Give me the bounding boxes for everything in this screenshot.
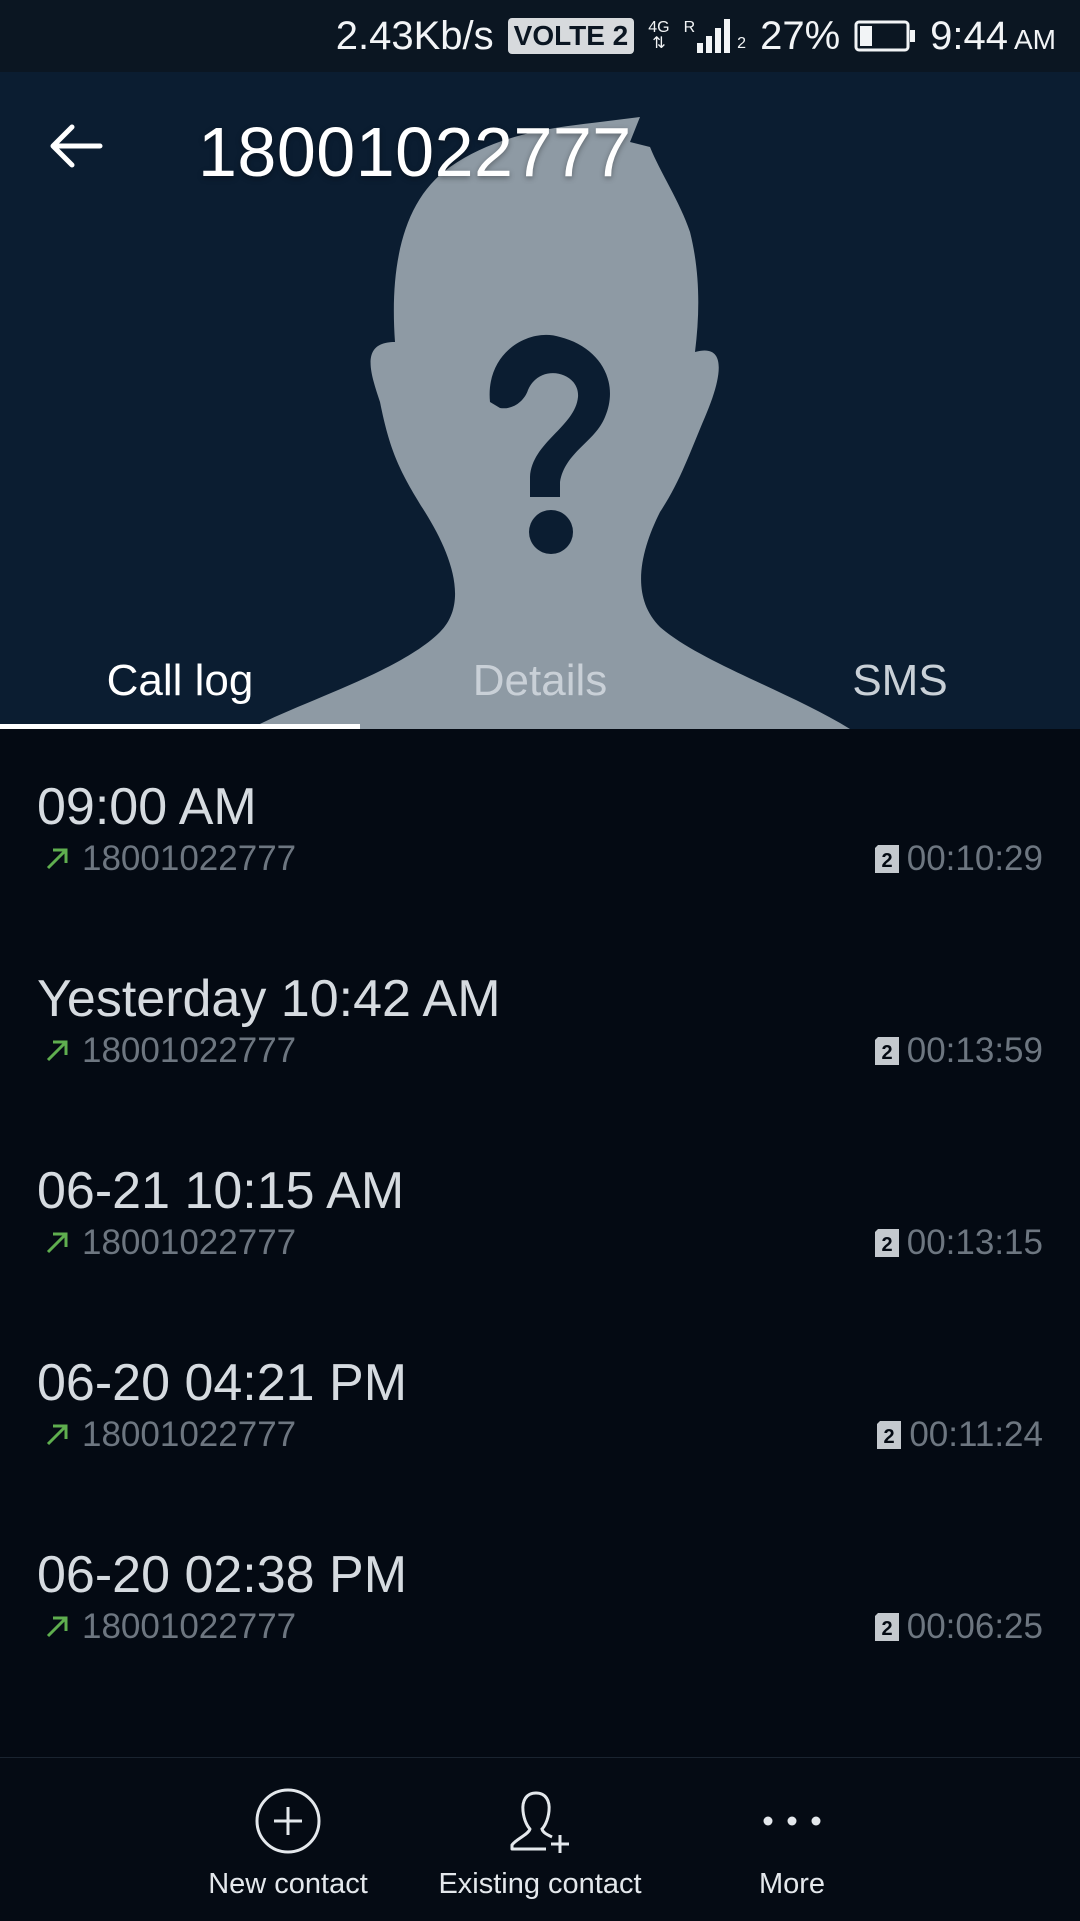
call-duration: 00:11:24 [909, 1415, 1043, 1454]
clock-time: 9:44 [930, 13, 1008, 58]
new-contact-label: New contact [208, 1868, 368, 1900]
call-duration-line: 2 00:06:25 [874, 1607, 1043, 1647]
signal-bars-icon [697, 19, 731, 53]
list-item[interactable]: 06-20 02:38 PM 18001022777 2 00:06:25 [0, 1497, 1080, 1689]
call-number: 18001022777 [82, 1415, 297, 1454]
bottom-action-bar: New contact Existing contact More [0, 1757, 1080, 1921]
outgoing-call-icon [46, 1424, 68, 1446]
new-contact-button[interactable]: New contact [188, 1758, 388, 1921]
sim2-icon-digit: 2 [881, 1618, 892, 1640]
clock-ampm: AM [1014, 23, 1056, 55]
call-number: 18001022777 [82, 1223, 297, 1262]
call-time: 09:00 AM [37, 778, 257, 836]
call-number: 18001022777 [82, 1607, 297, 1646]
sim2-icon-digit: 2 [881, 1234, 892, 1256]
call-time: 06-20 04:21 PM [37, 1354, 408, 1412]
call-number-line: 18001022777 [44, 1607, 296, 1647]
list-item[interactable]: 09:00 AM 18001022777 2 00:10:29 [0, 729, 1080, 921]
more-dots-icon [763, 1816, 821, 1826]
call-log-list: 09:00 AM 18001022777 2 00:10:29 Yesterda… [0, 729, 1080, 1689]
list-item[interactable]: 06-21 10:15 AM 18001022777 2 00:13:15 [0, 1113, 1080, 1305]
call-duration-line: 2 00:10:29 [874, 839, 1043, 879]
call-duration-line: 2 00:13:59 [874, 1031, 1043, 1071]
volte-badge: VOLTE 2 [507, 18, 635, 54]
sim-index-label: 2 [737, 35, 747, 52]
sim2-icon: 2 [874, 1229, 899, 1257]
sim2-icon-digit: 2 [881, 1042, 892, 1064]
sim2-icon: 2 [874, 1037, 899, 1065]
call-number-line: 18001022777 [44, 839, 296, 879]
battery-percent: 27% [760, 13, 841, 58]
outgoing-call-icon [46, 848, 68, 870]
list-item[interactable]: Yesterday 10:42 AM 18001022777 2 00:13:5… [0, 921, 1080, 1113]
more-button[interactable]: More [692, 1758, 892, 1921]
call-duration-line: 2 00:13:15 [874, 1223, 1043, 1263]
person-add-icon [510, 1791, 569, 1853]
network-type-label: 4G [648, 19, 670, 36]
sim2-icon-digit: 2 [881, 850, 892, 872]
existing-contact-button[interactable]: Existing contact [420, 1758, 660, 1921]
call-duration: 00:13:15 [906, 1223, 1043, 1262]
list-item[interactable]: 06-20 04:21 PM 18001022777 2 00:11:24 [0, 1305, 1080, 1497]
network-type-icon: 4G ⇅ [648, 20, 669, 52]
call-number: 18001022777 [82, 839, 297, 878]
battery-icon [854, 20, 916, 52]
contact-header: 18001022777 Call log Details SMS [0, 72, 1080, 729]
arrow-left-icon [50, 124, 103, 168]
call-duration: 00:13:59 [906, 1031, 1043, 1070]
more-icon-wrap [758, 1786, 826, 1856]
existing-contact-icon-wrap [506, 1786, 574, 1856]
clock: 9:44 AM [930, 14, 1056, 59]
call-number: 18001022777 [82, 1031, 297, 1070]
call-duration-line: 2 00:11:24 [877, 1415, 1043, 1455]
sim2-icon: 2 [877, 1421, 902, 1449]
new-contact-icon-wrap [254, 1786, 322, 1856]
tab-details[interactable]: Details [360, 632, 720, 729]
plus-circle-icon [255, 1788, 321, 1854]
call-time: 06-21 10:15 AM [37, 1162, 405, 1220]
outgoing-call-icon [46, 1232, 68, 1254]
roaming-label: R [683, 19, 696, 36]
network-speed: 2.43Kb/s [335, 13, 494, 58]
existing-contact-label: Existing contact [438, 1868, 642, 1900]
signal-icon: R 2 [684, 19, 746, 53]
tab-call-log[interactable]: Call log [0, 632, 360, 729]
tab-sms[interactable]: SMS [720, 632, 1080, 729]
sim2-icon: 2 [874, 1613, 899, 1641]
call-number-line: 18001022777 [44, 1031, 296, 1071]
tab-bar: Call log Details SMS [0, 632, 1080, 729]
call-duration: 00:06:25 [906, 1607, 1043, 1646]
call-time: Yesterday 10:42 AM [37, 970, 501, 1028]
status-bar: 2.43Kb/s VOLTE 2 4G ⇅ R 2 27% 9:44 AM [0, 0, 1080, 72]
sim2-icon-digit: 2 [884, 1426, 895, 1448]
page-title: 18001022777 [198, 113, 632, 191]
sim2-icon: 2 [874, 845, 899, 873]
call-number-line: 18001022777 [44, 1223, 296, 1263]
outgoing-call-icon [46, 1616, 68, 1638]
call-number-line: 18001022777 [44, 1415, 296, 1455]
data-arrows-icon: ⇅ [652, 35, 666, 52]
outgoing-call-icon [46, 1040, 68, 1062]
call-duration: 00:10:29 [906, 839, 1043, 878]
back-button[interactable] [40, 110, 112, 182]
call-time: 06-20 02:38 PM [37, 1546, 408, 1604]
more-label: More [758, 1868, 826, 1900]
